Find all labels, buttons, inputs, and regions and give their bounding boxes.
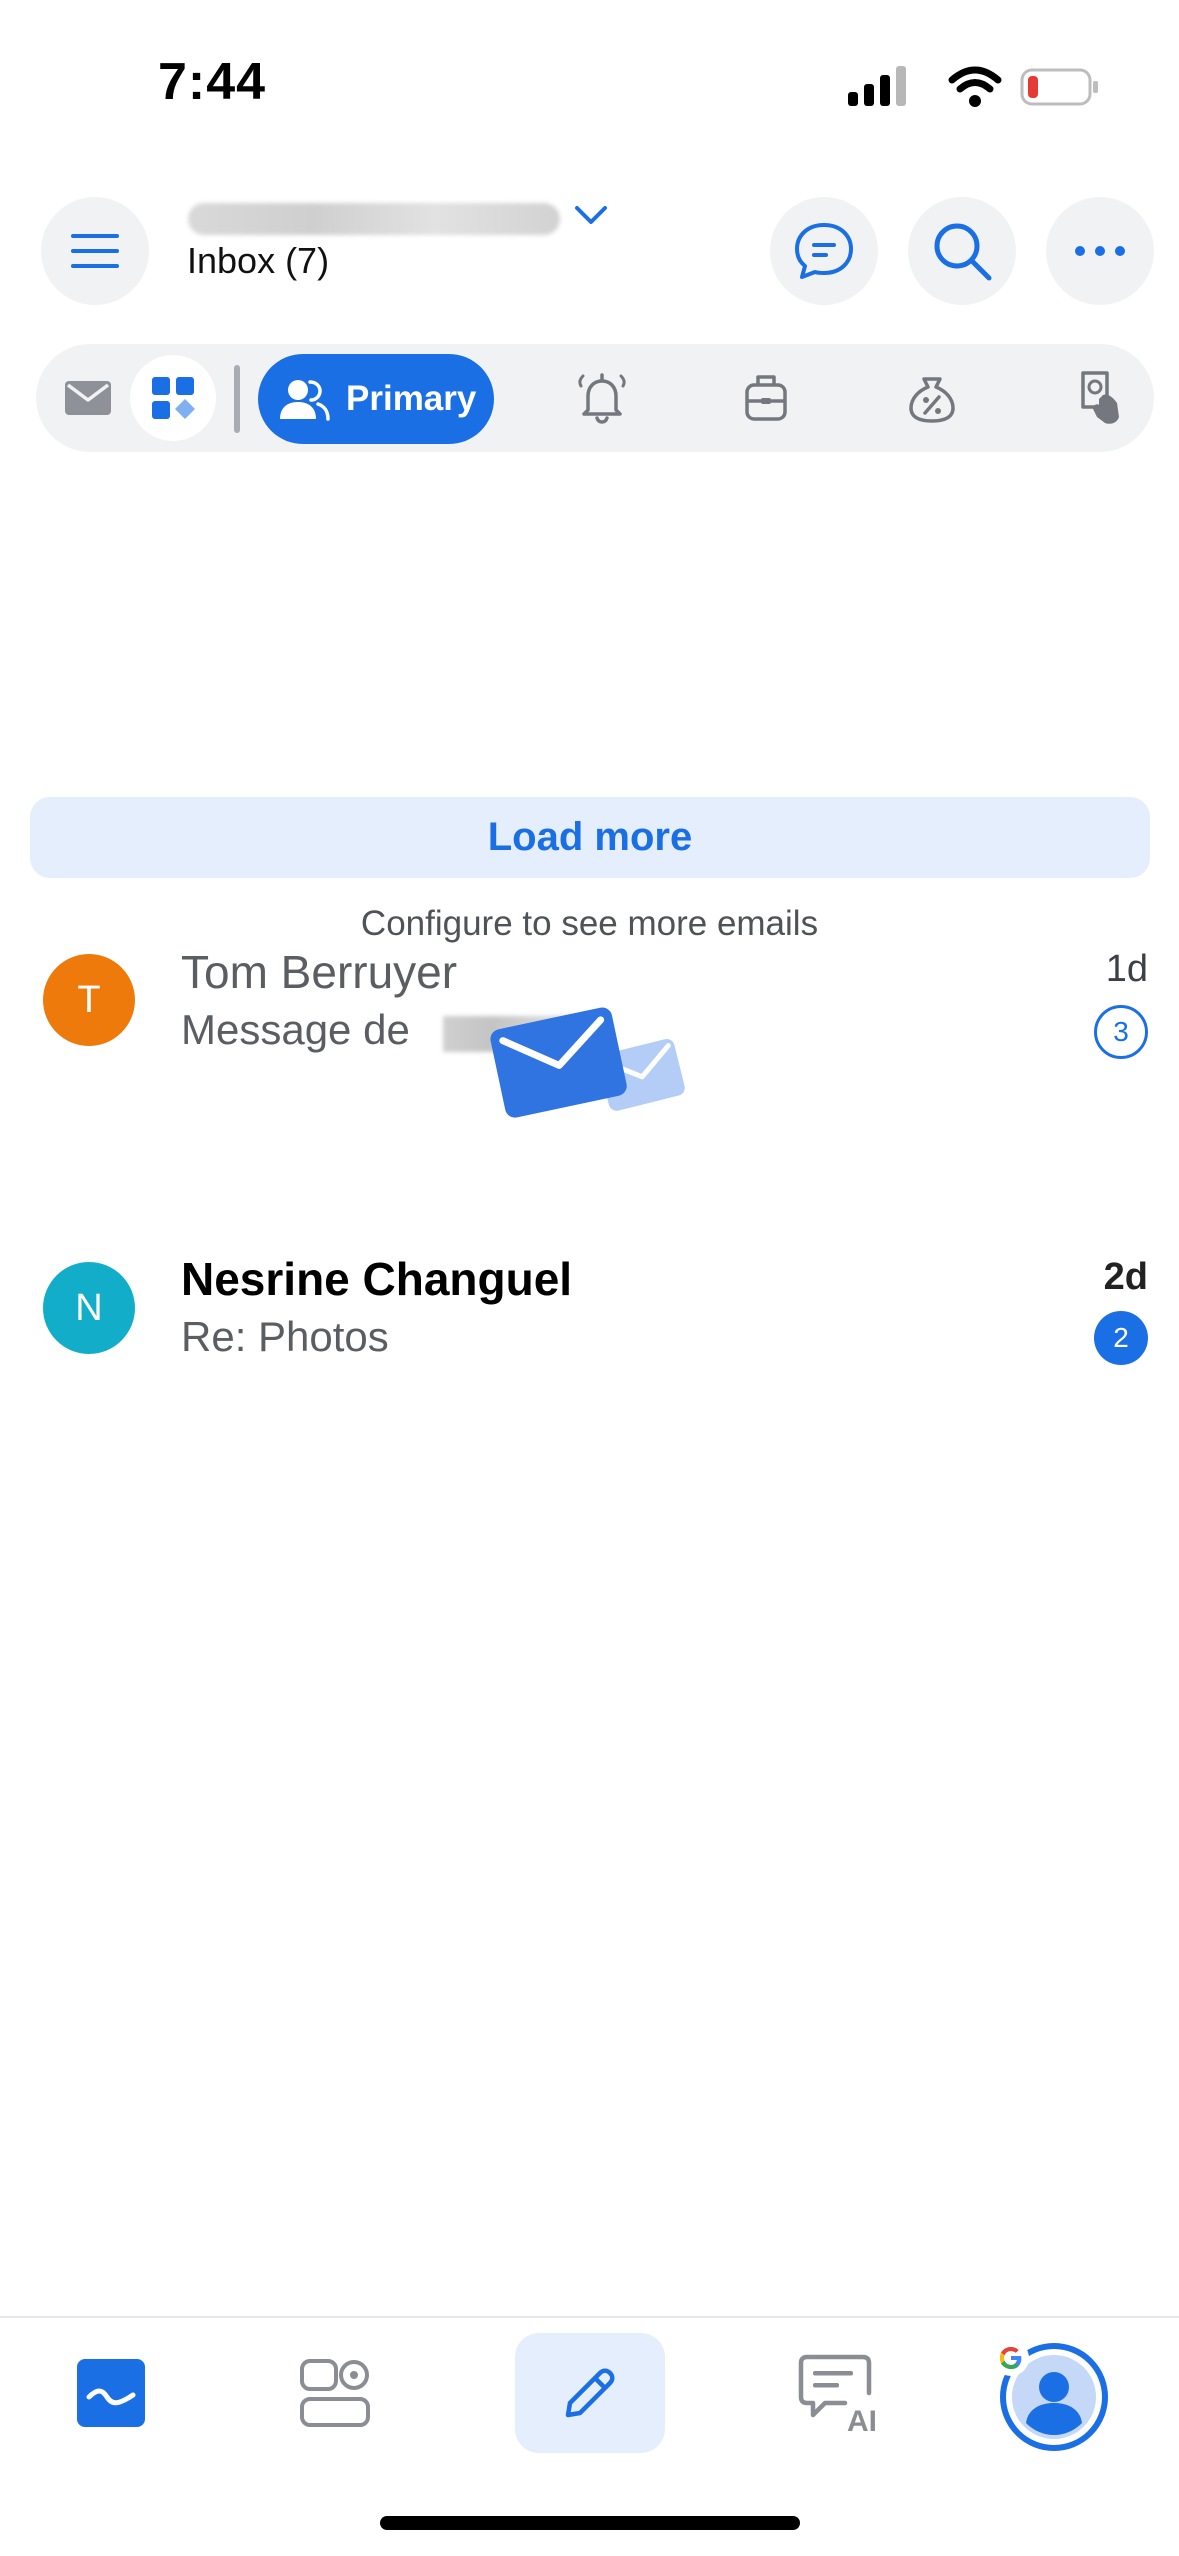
status-time: 7:44 <box>158 53 267 111</box>
person-icon <box>280 380 330 421</box>
tab-receipts[interactable] <box>1055 355 1141 441</box>
message-sender: Tom Berruyer <box>181 946 458 998</box>
message-row[interactable]: N Nesrine Changuel Re: Photos 2d 2 <box>0 620 1179 1365</box>
tab-notifications[interactable] <box>559 355 645 441</box>
avatar: T <box>43 954 135 1046</box>
chat-icon <box>795 223 853 279</box>
battery-icon <box>1020 68 1098 106</box>
google-logo-icon <box>993 2340 1029 2376</box>
bottom-nav-divider <box>0 2316 1179 2318</box>
chevron-down-icon[interactable] <box>573 200 609 230</box>
thread-count-badge: 3 <box>1094 1005 1148 1059</box>
discount-icon <box>909 377 955 423</box>
message-date: 2d <box>1103 1256 1148 1298</box>
avatar: N <box>43 1262 135 1354</box>
tab-primary[interactable]: Primary <box>258 354 494 444</box>
tab-promotions[interactable] <box>889 355 975 441</box>
chat-button[interactable] <box>770 197 878 305</box>
wifi-icon <box>948 66 1002 107</box>
account-switcher[interactable] <box>993 2340 1110 2453</box>
nav-inbox[interactable] <box>36 2333 186 2453</box>
tab-primary-label: Primary <box>346 379 477 418</box>
ai-chat-icon: AI <box>798 2354 877 2435</box>
message-sender: Nesrine Changuel <box>181 1253 573 1305</box>
mailbox-title[interactable]: Inbox (7) <box>187 240 329 282</box>
receipt-icon <box>1081 371 1119 424</box>
compose-icon <box>565 2368 615 2418</box>
menu-icon <box>71 234 119 268</box>
message-date: 1d <box>1105 948 1148 990</box>
load-more-button[interactable]: Load more <box>30 797 1150 878</box>
tab-divider <box>234 365 240 433</box>
bell-icon <box>578 373 626 424</box>
message-subject: Message de <box>181 1006 410 1053</box>
configure-link[interactable]: Configure to see more emails <box>0 904 1179 944</box>
signal-icon <box>848 66 906 106</box>
compose-button[interactable] <box>515 2333 665 2453</box>
thread-count-badge: 2 <box>1094 1311 1148 1365</box>
nav-widgets[interactable] <box>260 2333 410 2453</box>
home-indicator <box>380 2516 800 2530</box>
menu-button[interactable] <box>41 197 149 305</box>
tab-categories[interactable] <box>130 355 216 441</box>
envelopes-illustration <box>490 1007 685 1118</box>
ai-label: AI <box>847 2405 877 2435</box>
account-email[interactable] <box>188 203 560 235</box>
luggage-icon <box>745 375 787 421</box>
widgets-icon <box>300 2359 370 2427</box>
message-row[interactable]: T Tom Berruyer Message de 1d 3 <box>0 470 1179 1059</box>
search-icon <box>934 223 992 281</box>
mail-icon <box>65 381 111 415</box>
all-categories-icon <box>152 377 195 419</box>
nav-ai-chat[interactable]: AI <box>770 2333 920 2453</box>
inbox-icon <box>77 2359 145 2427</box>
status-icons <box>848 66 1098 107</box>
more-button[interactable] <box>1046 197 1154 305</box>
more-icon <box>1075 246 1125 256</box>
search-button[interactable] <box>908 197 1016 305</box>
message-subject: Re: Photos <box>181 1313 389 1360</box>
tab-all-mail[interactable] <box>45 355 131 441</box>
tab-travel[interactable] <box>723 355 809 441</box>
